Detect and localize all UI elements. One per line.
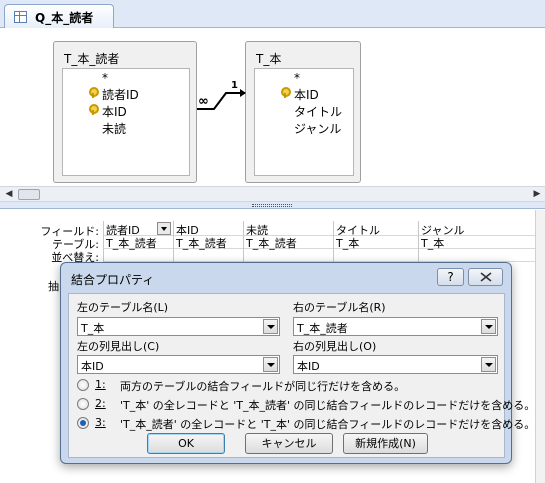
field-list: * 本ID タイトル ジャンル [254,68,354,176]
left-table-value: T_本 [81,322,105,335]
left-column-select[interactable]: 本ID [77,355,280,374]
field-list: * 読者ID 本ID 未読 [62,68,190,176]
cancel-button[interactable]: キャンセル [245,433,333,454]
grid-cell-table[interactable]: T_本 [336,235,359,251]
grid-vertical-scrollbar[interactable] [535,210,545,483]
chevron-down-icon[interactable] [263,357,278,372]
join-option-1-radio[interactable] [77,379,89,391]
scroll-right-icon[interactable]: ▶ [530,188,544,201]
join-option-2-text[interactable]: 'T_本' の全レコードと 'T_本_読者' の同じ結合フィールドのレコードだけ… [120,397,535,413]
join-option-3-radio[interactable] [77,417,89,429]
grid-cell-table[interactable]: T_本 [421,235,444,251]
right-column-select[interactable]: 本ID [293,355,498,374]
right-column-value: 本ID [297,360,320,373]
close-button[interactable] [468,268,503,286]
primary-key-icon [89,87,99,98]
field-item-asterisk[interactable]: * [102,71,108,85]
horizontal-scrollbar[interactable]: ◀ ▶ [0,186,545,202]
dialog-body: 左のテーブル名(L) T_本 右のテーブル名(R) T_本_読者 左の列見出し(… [68,293,535,458]
table-design-pane: T_本_読者 * 読者ID 本ID 未読 T_本 * 本ID タイトル ジャンル… [0,28,545,186]
field-item-hon-id[interactable]: 本ID [294,86,319,103]
grid-cell-table[interactable]: T_本_読者 [106,235,157,251]
left-table-label: 左のテーブル名(L) [77,301,169,314]
pane-splitter[interactable] [0,202,545,209]
join-option-3-number: 3: [95,416,106,429]
grid-cell-table[interactable]: T_本_読者 [176,235,227,251]
join-properties-dialog: 結合プロパティ ? 左のテーブル名(L) T_本 右のテーブル名(R) T_本_… [60,262,535,464]
join-option-1-text[interactable]: 両方のテーブルの結合フィールドが同じ行だけを含める。 [120,378,405,394]
field-item-title[interactable]: タイトル [294,103,342,120]
right-table-select[interactable]: T_本_読者 [293,317,498,336]
table-box-t-hon-dokusha[interactable]: T_本_読者 * 読者ID 本ID 未読 [53,41,197,183]
ok-button[interactable]: OK [147,433,225,454]
new-button[interactable]: 新規作成(N) [343,433,428,454]
join-option-2-number: 2: [95,397,106,410]
right-table-label: 右のテーブル名(R) [293,301,386,314]
query-tab-label: Q_本_読者 [35,11,94,25]
primary-key-icon [281,87,291,98]
join-option-1-number: 1: [95,378,106,391]
table-box-t-hon[interactable]: T_本 * 本ID タイトル ジャンル [245,41,361,183]
many-symbol: ∞ [198,94,209,109]
scroll-thumb[interactable] [18,189,40,200]
chevron-down-icon[interactable] [481,319,496,334]
grid-column-1[interactable] [103,221,104,266]
document-tab-bar: Q_本_読者 [0,0,545,29]
join-option-2-radio[interactable] [77,398,89,410]
grid-line [103,235,535,236]
primary-key-icon [89,104,99,115]
left-column-value: 本ID [81,360,104,373]
query-icon [14,11,27,23]
chevron-down-icon[interactable] [263,319,278,334]
field-item-dokusha-id[interactable]: 読者ID [102,86,139,103]
join-option-3-text[interactable]: 'T_本_読者' の全レコードと 'T_本' の同じ結合フィールドのレコードだけ… [120,416,535,432]
one-symbol: 1 [231,80,238,91]
right-column-label: 右の列見出し(O) [293,340,377,353]
help-button[interactable]: ? [437,268,464,286]
field-item-hon-id[interactable]: 本ID [102,103,127,120]
field-item-genre[interactable]: ジャンル [294,120,341,137]
grid-column-2[interactable] [173,221,174,266]
left-table-select[interactable]: T_本 [77,317,280,336]
right-table-value: T_本_読者 [297,322,348,335]
close-icon [480,272,491,282]
chevron-down-icon[interactable] [157,222,171,235]
grid-line [103,248,535,249]
grid-column-5[interactable] [418,221,419,266]
table-title: T_本_読者 [64,52,120,66]
table-title: T_本 [256,52,282,66]
chevron-down-icon[interactable] [481,357,496,372]
dialog-title: 結合プロパティ [71,273,155,287]
left-column-label: 左の列見出し(C) [77,340,160,353]
grid-column-4[interactable] [333,221,334,266]
field-item-midoku[interactable]: 未読 [102,120,126,137]
scroll-left-icon[interactable]: ◀ [2,188,16,201]
query-tab[interactable]: Q_本_読者 [4,4,114,29]
grid-cell-table[interactable]: T_本_読者 [246,235,297,251]
grid-column-3[interactable] [243,221,244,266]
field-item-asterisk[interactable]: * [294,71,300,85]
splitter-grip-icon[interactable] [252,204,292,207]
